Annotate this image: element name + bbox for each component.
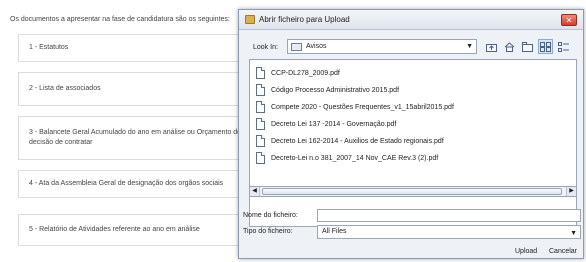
file-name: Compete 2020 - Questões Frequentes_v1_15… (271, 103, 454, 111)
document-row: 2 - Lista de associados (18, 72, 268, 106)
file-item[interactable]: Código Processo Administrativo 2015.pdf (256, 83, 399, 97)
document-icon (256, 67, 265, 79)
look-in-value: Avisos (306, 43, 327, 50)
file-name: CCP-DL278_2009.pdf (271, 69, 340, 77)
file-name: Decreto-Lei n.o 381_2007_14 Nov_CAE Rev.… (271, 154, 439, 162)
file-upload-dialog: Abrir ficheiro para Upload ✕ Look In: Av… (238, 9, 584, 259)
file-name-input[interactable] (317, 209, 581, 222)
up-folder-icon (486, 43, 497, 52)
file-list[interactable]: CCP-DL278_2009.pdf Código Processo Admin… (249, 59, 577, 227)
document-row: 1 - Estatutos (18, 34, 268, 62)
details-view-icon (558, 41, 569, 52)
cancel-button[interactable]: Cancelar (545, 245, 581, 259)
document-row-label: 5 - Relatório de Atividades referente ao… (29, 226, 200, 233)
file-name-label: Nome do ficheiro: (243, 212, 298, 219)
document-row: 5 - Relatório de Atividades referente ao… (18, 214, 268, 246)
close-button[interactable]: ✕ (561, 14, 577, 26)
document-row-label: 3 - Balancete Geral Acumulado do ano em … (29, 129, 242, 146)
file-item[interactable]: Decreto Lei 162-2014 - Auxilios de Estad… (256, 134, 444, 148)
scrollbar-thumb[interactable] (262, 188, 562, 195)
chevron-down-icon: ▼ (466, 43, 473, 50)
dialog-title: Abrir ficheiro para Upload (259, 15, 350, 24)
file-name: Decreto Lei 162-2014 - Auxilios de Estad… (271, 137, 444, 145)
folder-icon (245, 15, 255, 24)
list-view-button[interactable] (538, 39, 553, 54)
document-icon (256, 118, 265, 130)
folder-icon (291, 42, 302, 51)
upload-button[interactable]: Upload (511, 245, 541, 259)
up-folder-button[interactable] (484, 39, 499, 54)
document-row-label: 2 - Lista de associados (29, 85, 101, 92)
look-in-label: Look In: (253, 44, 278, 51)
file-type-label: Tipo do ficheiro: (243, 228, 293, 235)
chevron-left-icon[interactable]: ◀ (250, 187, 260, 196)
document-icon (256, 84, 265, 96)
document-row-label: 4 - Ata da Assembleia Geral de designaçã… (29, 180, 224, 187)
home-button[interactable] (502, 39, 517, 54)
file-name: Decreto Lei 137 -2014 - Governação.pdf (271, 120, 397, 128)
dialog-titlebar[interactable]: Abrir ficheiro para Upload ✕ (239, 10, 583, 30)
new-folder-button[interactable] (520, 39, 535, 54)
file-item[interactable]: CCP-DL278_2009.pdf (256, 66, 340, 80)
file-type-select[interactable]: All Files ▼ (317, 225, 581, 239)
new-folder-icon (522, 41, 533, 52)
document-row-label: 1 - Estatutos (29, 44, 69, 51)
horizontal-scrollbar[interactable]: ◀ ▶ (249, 186, 577, 197)
details-view-button[interactable] (556, 39, 571, 54)
document-icon (256, 152, 265, 164)
list-view-icon (540, 41, 551, 52)
chevron-right-icon[interactable]: ▶ (566, 187, 576, 196)
file-item[interactable]: Decreto-Lei n.o 381_2007_14 Nov_CAE Rev.… (256, 151, 438, 165)
file-item[interactable]: Decreto Lei 137 -2014 - Governação.pdf (256, 117, 396, 131)
home-icon (504, 41, 515, 52)
file-type-value: All Files (322, 228, 347, 235)
document-row: 3 - Balancete Geral Acumulado do ano em … (18, 116, 268, 160)
document-icon (256, 135, 265, 147)
file-name: Código Processo Administrativo 2015.pdf (271, 86, 400, 94)
document-icon (256, 101, 265, 113)
intro-text: Os documentos a apresentar na fase de ca… (10, 16, 230, 23)
file-item[interactable]: Compete 2020 - Questões Frequentes_v1_15… (256, 100, 454, 114)
chevron-down-icon: ▼ (570, 230, 577, 237)
document-row: 4 - Ata da Assembleia Geral de designaçã… (18, 170, 268, 198)
look-in-select[interactable]: Avisos ▼ (287, 39, 477, 54)
